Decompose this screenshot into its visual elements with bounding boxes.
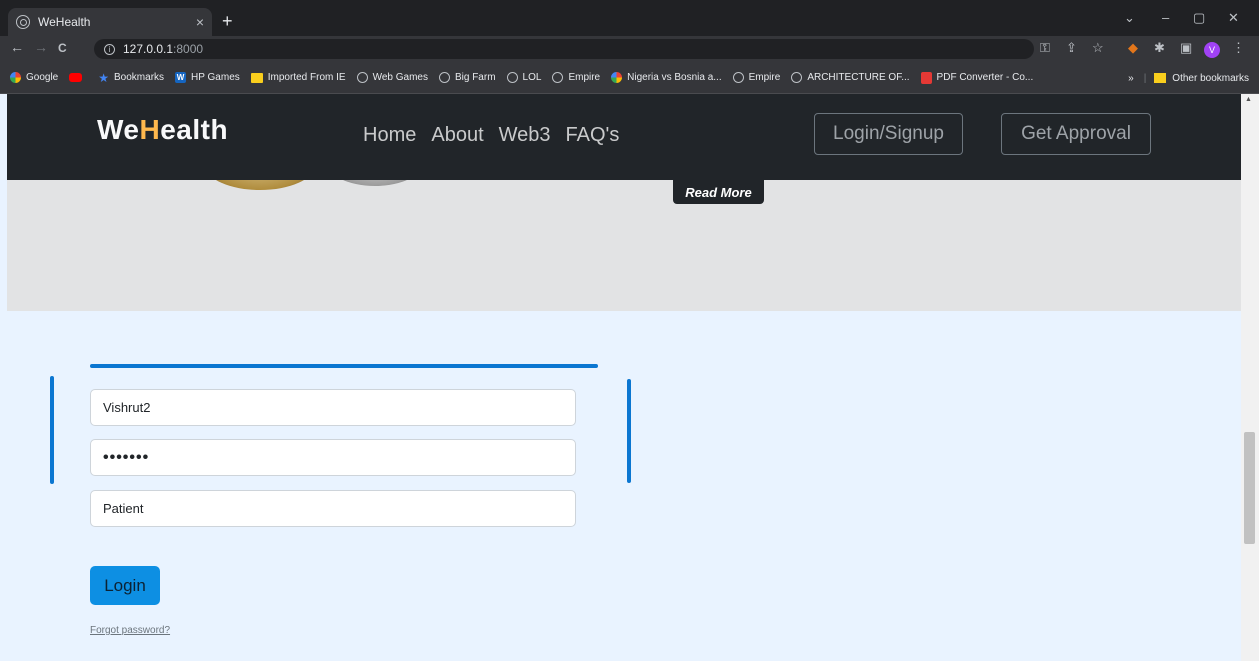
globe-icon (732, 72, 744, 83)
bookmark-label: HP Games (191, 72, 240, 83)
tab-search-icon[interactable]: ⌄ (1124, 10, 1135, 26)
silver-coin-image (325, 180, 425, 186)
bookmark-label: Imported From IE (267, 72, 346, 83)
menu-icon[interactable]: ⋮ (1232, 40, 1245, 56)
bookmark-item[interactable]: ★ Bookmarks (98, 71, 164, 85)
nav-web3[interactable]: Web3 (499, 124, 551, 147)
bookmark-label: Web Games (372, 72, 428, 83)
minimize-icon[interactable]: – (1162, 10, 1169, 25)
bookmark-label: Empire (748, 72, 781, 83)
restore-icon[interactable]: ▢ (1193, 10, 1205, 26)
login-signup-button[interactable]: Login/Signup (814, 113, 963, 155)
form-right-border (627, 379, 631, 483)
bookmark-item[interactable]: Web Games (356, 72, 428, 83)
bookmark-label: Bookmarks (114, 72, 165, 83)
browser-tab[interactable]: WeHealth × (8, 8, 212, 36)
bookmarks-overflow-button[interactable]: » (1128, 73, 1134, 84)
forward-icon[interactable]: → (34, 39, 48, 55)
bookmark-item[interactable]: Nigeria vs Bosnia a... (611, 72, 722, 83)
hero-section: Read More (7, 180, 1241, 311)
bookmark-item[interactable]: PDF Converter - Co... (920, 71, 1034, 84)
folder-icon (1154, 73, 1167, 83)
youtube-icon (69, 73, 83, 82)
get-approval-button[interactable]: Get Approval (1001, 113, 1151, 155)
login-button[interactable]: Login (90, 566, 160, 605)
bookmark-item[interactable]: Big Farm (438, 72, 496, 83)
globe-icon (552, 72, 564, 83)
reload-icon[interactable]: C (58, 41, 67, 55)
bookmark-label: ARCHITECTURE OF... (807, 72, 910, 83)
hp-games-icon: W (175, 72, 187, 83)
bookmark-item[interactable] (69, 73, 87, 82)
bookmark-label: LOL (522, 72, 542, 83)
username-input[interactable] (90, 389, 576, 426)
bookmark-item[interactable]: Google (10, 72, 58, 83)
divider: | (1143, 72, 1147, 84)
bookmark-label: Google (26, 72, 59, 83)
form-top-border (90, 364, 598, 368)
other-bookmarks[interactable]: Other bookmarks (1172, 73, 1249, 84)
password-input[interactable] (90, 439, 576, 476)
page-viewport: Read More WeHealth Home About Web3 FAQ's… (0, 94, 1259, 661)
bookmark-label: Nigeria vs Bosnia a... (627, 72, 722, 83)
bookmark-item[interactable]: Empire (552, 72, 600, 83)
forgot-password-link[interactable]: Forgot password? (90, 625, 170, 636)
close-window-icon[interactable]: ✕ (1228, 10, 1239, 26)
nav-faqs[interactable]: FAQ's (566, 124, 620, 147)
bookmark-label: Big Farm (454, 72, 496, 83)
brand-rest: ealth (160, 114, 229, 145)
gold-coin-image (205, 180, 315, 190)
fox-extension-icon[interactable]: ◆ (1128, 40, 1138, 56)
brand-h: H (139, 114, 161, 145)
globe-icon (506, 72, 518, 83)
brand-we: We (97, 114, 140, 145)
star-icon: ★ (98, 70, 110, 85)
globe-icon (791, 72, 803, 83)
bookmark-label: PDF Converter - Co... (936, 72, 1034, 83)
url-port: :8000 (173, 42, 204, 56)
key-icon[interactable]: ⚿ (1040, 40, 1050, 56)
browser-tab-bar: WeHealth × + ⌄ – ▢ ✕ (0, 0, 1259, 36)
globe-icon (438, 72, 450, 83)
bookmark-item[interactable]: ARCHITECTURE OF... (791, 72, 910, 83)
nav-home[interactable]: Home (363, 124, 416, 147)
nav-about[interactable]: About (431, 124, 483, 147)
browser-toolbar: ← → C i 127.0.0.1:8000 ⚿ ⇪ ☆ ◆ ✱ ▣ ⋮ (0, 36, 1259, 62)
close-tab-icon[interactable]: × (196, 14, 204, 30)
role-input[interactable] (90, 490, 576, 527)
page-scrollbar[interactable]: ▲ (1241, 94, 1259, 661)
globe-icon (356, 72, 368, 83)
bookmark-item[interactable]: W HP Games (175, 72, 240, 83)
scroll-up-arrow-icon[interactable]: ▲ (1245, 96, 1252, 103)
back-icon[interactable]: ← (10, 39, 24, 55)
google-icon (10, 72, 21, 83)
scrollbar-thumb[interactable] (1244, 432, 1255, 544)
brand-logo[interactable]: WeHealth (97, 114, 228, 146)
profile-avatar[interactable]: V (1204, 42, 1220, 58)
url-host: 127.0.0.1 (123, 42, 174, 56)
sidepanel-icon[interactable]: ▣ (1180, 40, 1192, 56)
site-info-icon[interactable]: i (104, 43, 115, 55)
bookmark-label: Empire (568, 72, 601, 83)
bookmark-item[interactable]: Imported From IE (250, 72, 346, 83)
pdf-icon (920, 71, 932, 84)
address-bar[interactable]: i 127.0.0.1:8000 (94, 39, 1034, 59)
bookmarks-bar: Google ★ Bookmarks W HP Games Imported From I… (0, 62, 1259, 94)
google-icon (611, 72, 623, 83)
bookmarks-right: » | Other bookmarks (1128, 62, 1249, 93)
form-left-border (50, 376, 54, 484)
globe-icon (16, 15, 30, 29)
site-header: WeHealth Home About Web3 FAQ's Login/Sig… (7, 94, 1241, 180)
bookmark-item[interactable]: LOL (506, 72, 542, 83)
new-tab-button[interactable]: + (222, 12, 233, 30)
tab-title: WeHealth (38, 15, 91, 29)
folder-icon (250, 72, 263, 83)
puzzle-icon[interactable]: ✱ (1154, 40, 1165, 56)
bookmark-item[interactable]: Empire (732, 72, 781, 83)
star-icon[interactable]: ☆ (1092, 40, 1104, 56)
share-icon[interactable]: ⇪ (1066, 40, 1077, 56)
main-nav: Home About Web3 FAQ's (363, 124, 619, 147)
read-more-button[interactable]: Read More (673, 180, 764, 204)
